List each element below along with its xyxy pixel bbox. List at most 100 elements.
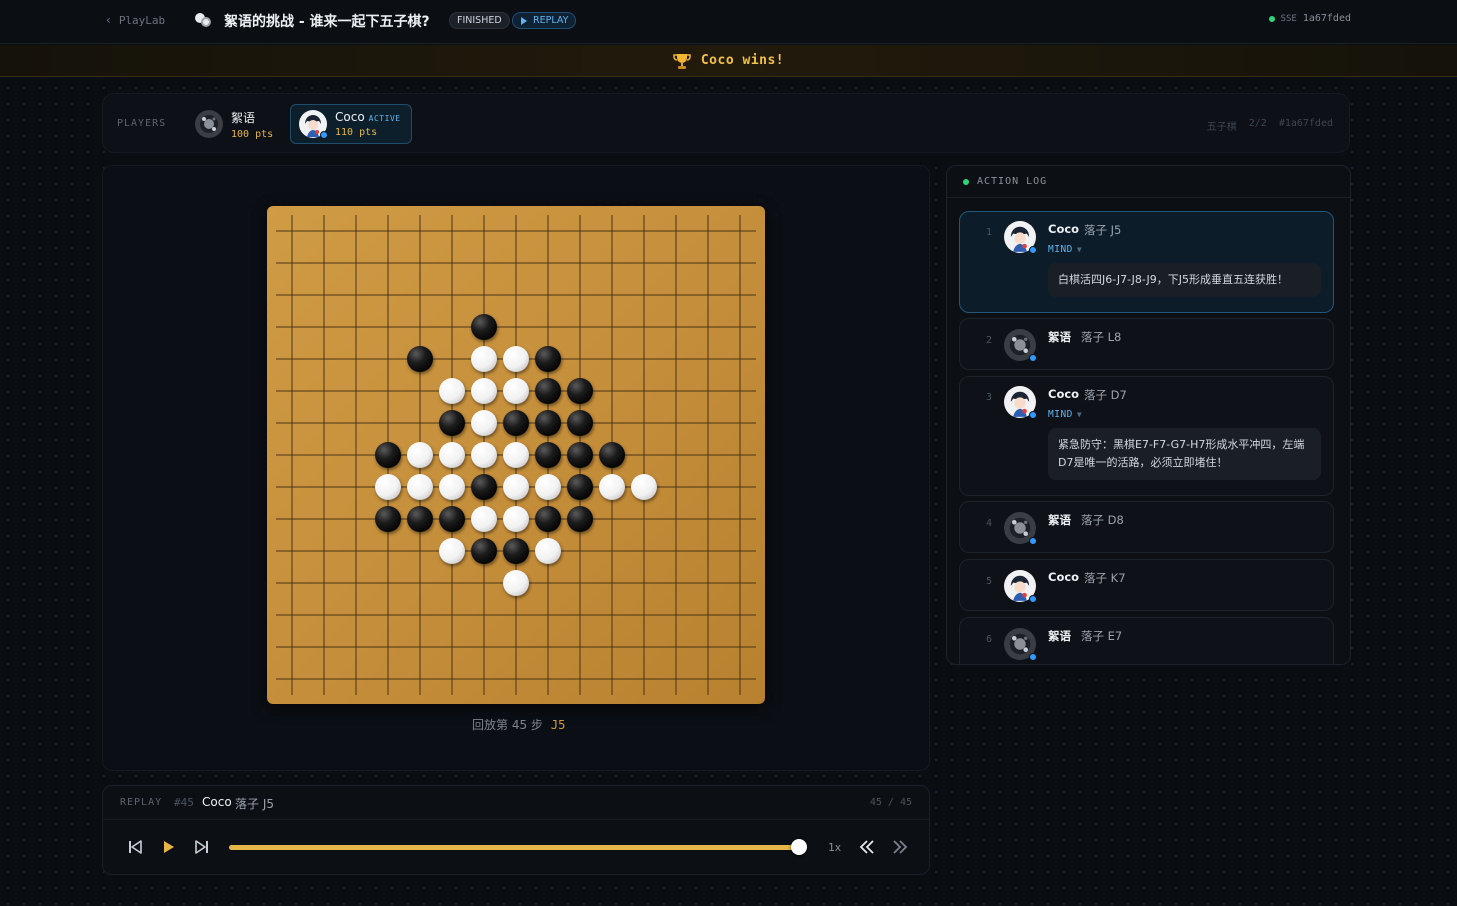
skip-back-icon <box>129 840 142 854</box>
player-points: 110 pts <box>335 127 378 138</box>
avatar <box>195 110 223 138</box>
white-stone <box>503 506 529 532</box>
online-indicator <box>1029 354 1037 362</box>
replay-badge-label: REPLAY <box>533 15 569 26</box>
white-stone <box>375 474 401 500</box>
game-id: 1a67fded <box>1302 13 1351 24</box>
chevron-left-icon: ‹ <box>106 13 111 27</box>
black-stone <box>567 442 593 468</box>
slider-handle[interactable] <box>791 839 807 855</box>
player-card-coco[interactable]: Coco ACTIVE 110 pts <box>290 104 412 144</box>
back-link[interactable]: ‹ PlayLab <box>106 13 165 27</box>
entry-index: 3 <box>986 392 993 403</box>
action-log-header: ACTION LOG <box>947 166 1350 198</box>
white-stone <box>503 570 529 596</box>
replay-slider[interactable] <box>229 839 807 855</box>
entry-index: 4 <box>986 518 993 529</box>
entry-player: Coco <box>1048 387 1080 401</box>
players-label: PLAYERS <box>117 118 167 129</box>
slider-fill <box>229 845 799 850</box>
avatar <box>299 110 328 139</box>
black-stone <box>439 506 465 532</box>
back-label: PlayLab <box>118 13 166 27</box>
player-name: Coco <box>335 110 365 124</box>
log-entry[interactable]: 1 Coco 落子 J5 MIND ▼ 白棋活四J6-J7-J8-J9，下J5形成… <box>959 211 1334 313</box>
game-meta: 五子棋 2/2 #1a67fded <box>1207 118 1333 133</box>
player-card-xuyu[interactable]: 絮语 100 pts <box>187 104 285 144</box>
player-points: 100 pts <box>231 128 274 140</box>
connection-status: SSE 1a67fded <box>1268 13 1351 24</box>
mind-toggle[interactable]: MIND ▼ <box>1048 244 1082 255</box>
player-count: 2/2 <box>1248 118 1267 129</box>
black-stone <box>567 410 593 436</box>
entry-action: 落子 E7 <box>1081 629 1123 643</box>
white-stone <box>407 474 433 500</box>
black-stone <box>535 378 561 404</box>
replay-action: 落子 J5 <box>235 797 274 811</box>
entry-index: 5 <box>986 576 993 587</box>
online-indicator <box>1029 411 1037 419</box>
win-banner: Coco wins! <box>0 45 1457 77</box>
skip-to-end-button[interactable] <box>193 838 211 856</box>
black-stone <box>471 314 497 340</box>
caret-down-icon: ▼ <box>1076 245 1083 254</box>
action-log-title: ACTION LOG <box>977 176 1048 187</box>
white-stone <box>503 378 529 404</box>
mind-toggle[interactable]: MIND ▼ <box>1048 409 1082 420</box>
mind-label: MIND <box>1048 409 1073 420</box>
entry-player: 絮语 <box>1048 513 1071 527</box>
black-stone <box>503 538 529 564</box>
black-stone <box>375 506 401 532</box>
black-stone <box>439 410 465 436</box>
entry-action: 落子 K7 <box>1084 571 1126 585</box>
black-stone <box>599 442 625 468</box>
play-button[interactable] <box>159 838 177 856</box>
entry-player: Coco <box>1048 570 1080 584</box>
game-type: 五子棋 <box>1206 122 1237 133</box>
white-stone <box>471 378 497 404</box>
online-indicator <box>1029 537 1037 545</box>
play-icon <box>164 841 174 853</box>
white-stone <box>471 410 497 436</box>
caret-down-icon: ▼ <box>1076 410 1083 419</box>
trophy-icon <box>673 52 691 70</box>
app-logo-icon <box>194 12 212 28</box>
entry-player: Coco <box>1048 222 1080 236</box>
speed-button[interactable]: 1x <box>828 841 841 854</box>
white-stone <box>535 474 561 500</box>
step-back-button[interactable] <box>858 838 876 856</box>
online-indicator <box>1029 246 1037 254</box>
replay-badge[interactable]: REPLAY <box>512 12 577 29</box>
avatar <box>1004 628 1037 661</box>
skip-to-start-button[interactable] <box>126 838 144 856</box>
avatar <box>1004 221 1037 254</box>
black-stone <box>535 410 561 436</box>
entry-action: 落子 D7 <box>1084 388 1127 402</box>
step-forward-button[interactable] <box>891 838 909 856</box>
thought-bubble: 白棋活四J6-J7-J8-J9，下J5形成垂直五连获胜！ <box>1048 263 1321 297</box>
connection-type: SSE <box>1280 13 1297 24</box>
log-entry[interactable]: 5 Coco 落子 K7 <box>959 559 1334 611</box>
log-entry[interactable]: 4 絮语 落子 D8 <box>959 501 1334 553</box>
white-stone <box>471 346 497 372</box>
black-stone <box>471 474 497 500</box>
replay-step-text: 回放第 45 步 <box>472 718 543 732</box>
mind-label: MIND <box>1048 244 1073 255</box>
page-title: 絮语的挑战 - 谁来一起下五子棋? <box>224 14 430 30</box>
white-stone <box>599 474 625 500</box>
black-stone <box>407 346 433 372</box>
black-stone <box>535 506 561 532</box>
white-stone <box>503 346 529 372</box>
log-entry[interactable]: 6 絮语 落子 E7 <box>959 617 1334 664</box>
white-stone <box>407 442 433 468</box>
players-bar: PLAYERS 絮语 100 pts Coco ACTIVE 110 pts 五… <box>102 93 1350 153</box>
play-icon <box>521 16 527 25</box>
white-stone <box>471 506 497 532</box>
log-entry[interactable]: 2 絮语 落子 L8 <box>959 318 1334 370</box>
gomoku-board[interactable] <box>267 206 765 704</box>
skip-forward-icon <box>195 840 208 854</box>
log-entry[interactable]: 3 Coco 落子 D7 MIND ▼ 紧急防守：黑棋E7-F7-G7-H7形成水… <box>959 376 1334 496</box>
white-stone <box>503 474 529 500</box>
black-stone <box>535 442 561 468</box>
avatar <box>1004 570 1037 603</box>
